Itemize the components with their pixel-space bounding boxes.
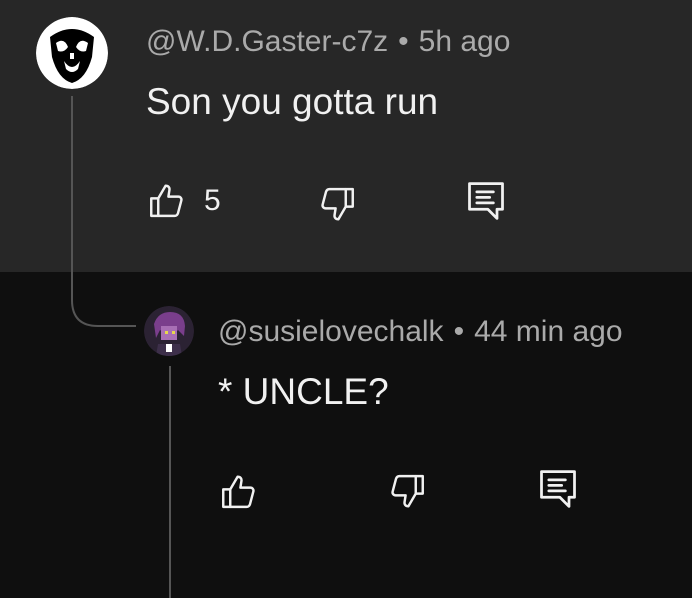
reply-meta-separator: • xyxy=(453,315,465,348)
reply-button[interactable] xyxy=(464,178,508,224)
reply-comment: @susielovechalk • 44 min ago * UNCLE? xyxy=(0,272,692,598)
comment-meta: @W.D.Gaster-c7z • 5h ago xyxy=(146,24,510,60)
reply-icon xyxy=(536,466,580,512)
like-count: 5 xyxy=(204,184,221,217)
author-name[interactable]: @W.D.Gaster-c7z xyxy=(146,25,388,58)
reply-timestamp[interactable]: 44 min ago xyxy=(474,315,622,348)
reply-author-name[interactable]: @susielovechalk xyxy=(218,315,444,348)
thumbs-up-icon xyxy=(146,180,188,222)
dislike-button[interactable] xyxy=(316,183,358,225)
comment: @W.D.Gaster-c7z • 5h ago Son you gotta run… xyxy=(0,0,692,272)
reply-icon xyxy=(464,178,508,224)
comment-text: Son you gotta run xyxy=(146,81,439,122)
reply-reply-button[interactable] xyxy=(536,466,580,512)
author-avatar[interactable] xyxy=(36,17,108,89)
thumbs-up-icon xyxy=(218,471,260,513)
thumbs-down-icon xyxy=(386,470,428,512)
reply-text: * UNCLE? xyxy=(218,371,389,412)
reply-author-avatar[interactable] xyxy=(144,306,194,356)
thumbs-down-icon xyxy=(316,183,358,225)
timestamp[interactable]: 5h ago xyxy=(419,25,511,58)
reply-meta: @susielovechalk • 44 min ago xyxy=(218,314,623,350)
like-button[interactable]: 5 xyxy=(146,180,221,222)
meta-separator: • xyxy=(398,25,409,58)
reply-like-button[interactable] xyxy=(218,471,260,513)
reply-dislike-button[interactable] xyxy=(386,470,428,512)
